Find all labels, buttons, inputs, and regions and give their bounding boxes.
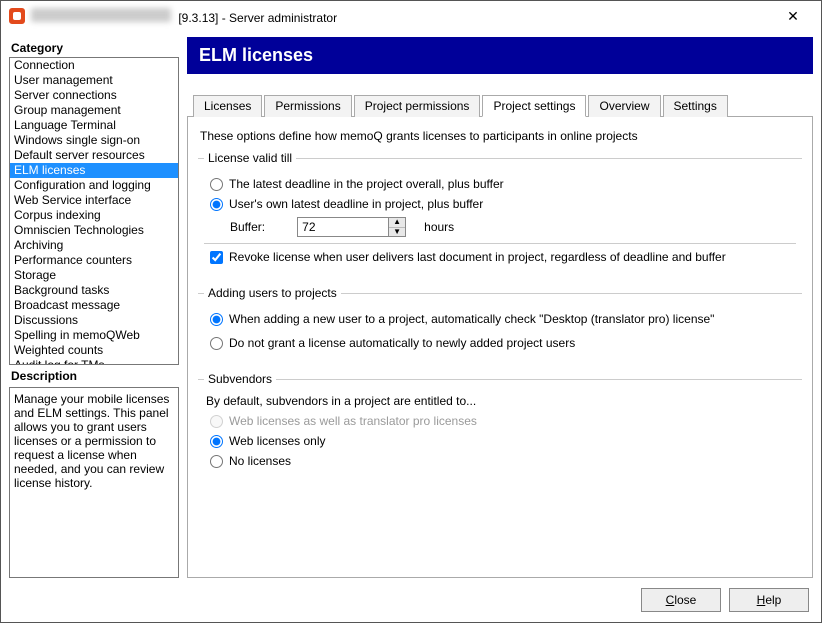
description-heading: Description bbox=[9, 365, 179, 385]
checkbox-revoke-on-deliver-label: Revoke license when user delivers last d… bbox=[229, 250, 726, 264]
close-button[interactable]: Close bbox=[641, 588, 721, 612]
spinner-down-icon[interactable]: ▼ bbox=[389, 228, 405, 237]
radio-no-auto-license-label: Do not grant a license automatically to … bbox=[229, 336, 575, 350]
redacted-hostname bbox=[31, 8, 171, 22]
category-item[interactable]: Default server resources bbox=[10, 148, 178, 163]
tab[interactable]: Project settings bbox=[482, 95, 586, 117]
group-subvendors: Subvendors By default, subvendors in a p… bbox=[198, 372, 802, 482]
window-suffix: - Server administrator bbox=[222, 11, 337, 25]
page-title: ELM licenses bbox=[187, 37, 813, 74]
radio-deadline-user[interactable] bbox=[210, 198, 223, 211]
window-title: [9.3.13] - Server administrator bbox=[31, 8, 773, 25]
radio-sub-web-only-label: Web licenses only bbox=[229, 434, 326, 448]
dialog-footer: Close Help bbox=[1, 578, 821, 622]
group-legend: Subvendors bbox=[204, 372, 276, 386]
category-item[interactable]: Performance counters bbox=[10, 253, 178, 268]
category-item[interactable]: Windows single sign-on bbox=[10, 133, 178, 148]
category-item[interactable]: Corpus indexing bbox=[10, 208, 178, 223]
server-admin-window: [9.3.13] - Server administrator ✕ Catego… bbox=[0, 0, 822, 623]
category-item[interactable]: Archiving bbox=[10, 238, 178, 253]
radio-sub-none[interactable] bbox=[210, 455, 223, 468]
app-icon bbox=[9, 8, 25, 24]
tab[interactable]: Settings bbox=[663, 95, 728, 117]
radio-sub-web-and-pro bbox=[210, 415, 223, 428]
radio-deadline-overall-label: The latest deadline in the project overa… bbox=[229, 177, 504, 191]
category-item[interactable]: Discussions bbox=[10, 313, 178, 328]
buffer-label: Buffer: bbox=[230, 220, 265, 234]
radio-sub-web-and-pro-label: Web licenses as well as translator pro l… bbox=[229, 414, 477, 428]
category-item[interactable]: Weighted counts bbox=[10, 343, 178, 358]
tab-panel-project-settings: These options define how memoQ grants li… bbox=[187, 117, 813, 578]
radio-auto-check-license[interactable] bbox=[210, 313, 223, 326]
radio-no-auto-license[interactable] bbox=[210, 337, 223, 350]
radio-deadline-user-label: User's own latest deadline in project, p… bbox=[229, 197, 483, 211]
category-item[interactable]: ELM licenses bbox=[10, 163, 178, 178]
category-item[interactable]: Background tasks bbox=[10, 283, 178, 298]
buffer-spinner[interactable]: ▲▼ bbox=[297, 217, 406, 237]
category-item[interactable]: Group management bbox=[10, 103, 178, 118]
category-item[interactable]: Server connections bbox=[10, 88, 178, 103]
intro-text: These options define how memoQ grants li… bbox=[200, 129, 800, 143]
category-item[interactable]: Language Terminal bbox=[10, 118, 178, 133]
checkbox-revoke-on-deliver[interactable] bbox=[210, 251, 223, 264]
tab[interactable]: Overview bbox=[588, 95, 660, 117]
category-item[interactable]: Audit log for TMs bbox=[10, 358, 178, 365]
group-legend: License valid till bbox=[204, 151, 296, 165]
category-item[interactable]: Web Service interface bbox=[10, 193, 178, 208]
radio-sub-web-only[interactable] bbox=[210, 435, 223, 448]
radio-sub-none-label: No licenses bbox=[229, 454, 291, 468]
category-list[interactable]: ConnectionUser managementServer connecti… bbox=[9, 57, 179, 365]
window-version: [9.3.13] bbox=[178, 11, 218, 25]
close-icon[interactable]: ✕ bbox=[773, 8, 813, 25]
category-item[interactable]: Spelling in memoQWeb bbox=[10, 328, 178, 343]
group-adding-users: Adding users to projects When adding a n… bbox=[198, 286, 802, 364]
radio-auto-check-license-label: When adding a new user to a project, aut… bbox=[229, 312, 714, 326]
buffer-unit: hours bbox=[424, 220, 454, 234]
category-item[interactable]: Omniscien Technologies bbox=[10, 223, 178, 238]
help-button[interactable]: Help bbox=[729, 588, 809, 612]
tab[interactable]: Licenses bbox=[193, 95, 262, 117]
description-text: Manage your mobile licenses and ELM sett… bbox=[9, 387, 179, 578]
category-item[interactable]: Storage bbox=[10, 268, 178, 283]
category-item[interactable]: Broadcast message bbox=[10, 298, 178, 313]
group-license-valid-till: License valid till The latest deadline i… bbox=[198, 151, 802, 278]
buffer-input[interactable] bbox=[298, 218, 388, 236]
tab[interactable]: Permissions bbox=[264, 95, 351, 117]
category-item[interactable]: Configuration and logging bbox=[10, 178, 178, 193]
group-legend: Adding users to projects bbox=[204, 286, 341, 300]
tabstrip: LicensesPermissionsProject permissionsPr… bbox=[187, 94, 813, 117]
category-item[interactable]: Connection bbox=[10, 58, 178, 73]
tab[interactable]: Project permissions bbox=[354, 95, 481, 117]
subvendors-intro: By default, subvendors in a project are … bbox=[206, 394, 796, 408]
category-heading: Category bbox=[9, 37, 179, 57]
category-item[interactable]: User management bbox=[10, 73, 178, 88]
radio-deadline-overall[interactable] bbox=[210, 178, 223, 191]
titlebar: [9.3.13] - Server administrator ✕ bbox=[1, 1, 821, 31]
spinner-buttons[interactable]: ▲▼ bbox=[388, 218, 405, 236]
